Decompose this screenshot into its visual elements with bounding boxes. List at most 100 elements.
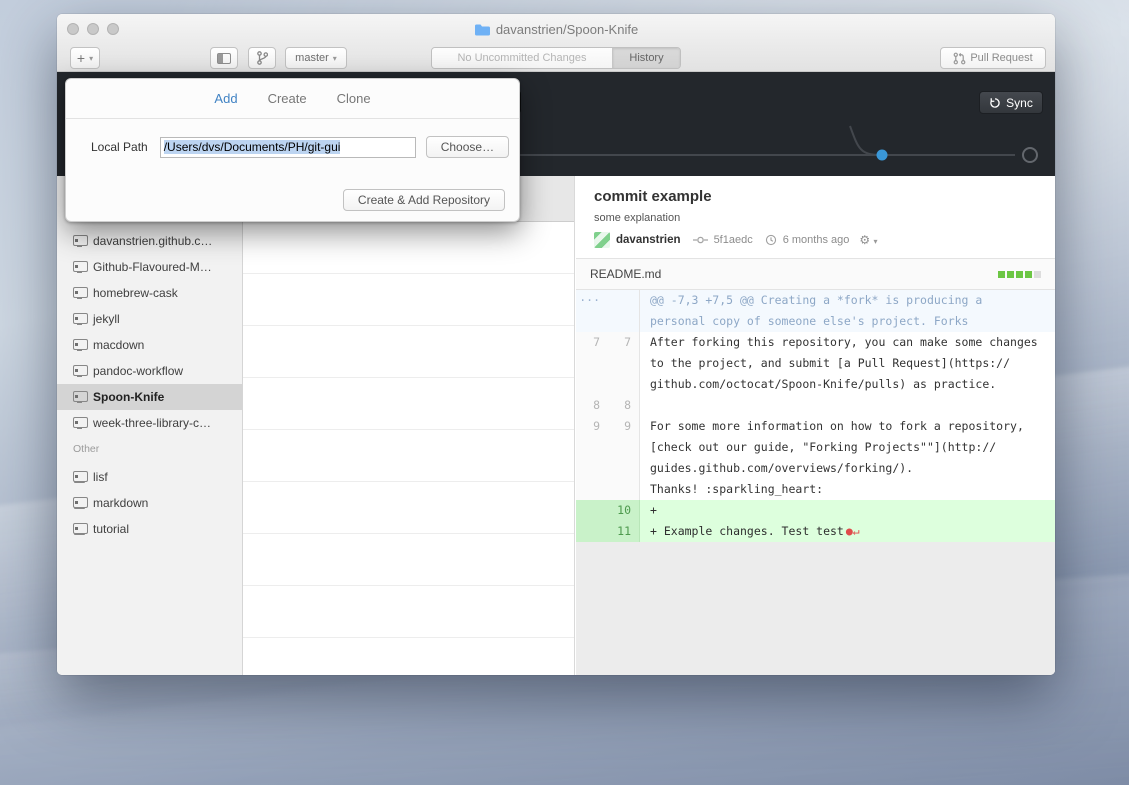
diff-line [650, 395, 1055, 416]
plus-icon: + [77, 50, 85, 66]
commit-detail-panel: commit example some explanation davanstr… [576, 176, 1055, 675]
diff-line: + Example changes. Test test●↵ [650, 521, 1055, 542]
commit-list-row[interactable] [243, 430, 574, 482]
commit-list-row[interactable] [243, 482, 574, 534]
diff-row: 88 [576, 395, 1055, 416]
commit-list-row[interactable] [243, 378, 574, 430]
diff-stat-blocks [998, 271, 1041, 278]
commit-icon [693, 235, 708, 245]
local-path-input[interactable]: /Users/dvs/Documents/PH/git-gui [160, 137, 416, 158]
diff-gutter-new: 7 [608, 332, 640, 395]
repo-icon [73, 339, 86, 351]
commit-sha: 5f1aedc [714, 234, 753, 246]
tab-uncommitted-changes[interactable]: No Uncommitted Changes [432, 48, 613, 68]
file-name: README.md [590, 267, 661, 281]
repo-icon [73, 235, 86, 247]
branch-dropdown[interactable]: master ▾ [285, 47, 347, 69]
diff-gutter-old [576, 521, 608, 542]
sidebar-item-pandoc-workflow[interactable]: pandoc-workflow [57, 358, 242, 384]
diff-row: 10+ [576, 500, 1055, 521]
sidebar-item-label: markdown [93, 496, 148, 510]
commit-list-row[interactable] [243, 274, 574, 326]
toggle-sidebar-button[interactable] [210, 47, 238, 69]
diff-line: personal copy of someone else's project.… [650, 311, 1055, 332]
commit-header: commit example some explanation davanstr… [576, 176, 1055, 258]
diff-table: ··· @@ -7,3 +7,5 @@ Creating a *fork* is … [576, 290, 1055, 542]
diff-row: ··· @@ -7,3 +7,5 @@ Creating a *fork* is … [576, 290, 1055, 332]
diff-gutter-new: 11 [608, 521, 640, 542]
sidebar-item-lisf[interactable]: lisf [57, 464, 242, 490]
repo-icon [73, 261, 86, 273]
diff-stat-block [998, 271, 1005, 278]
sidebar-item-spoon-knife[interactable]: Spoon-Knife [57, 384, 242, 410]
diff-file-header[interactable]: README.md [576, 258, 1055, 290]
sidebar-item-markdown[interactable]: markdown [57, 490, 242, 516]
sidebar-item-macdown[interactable]: macdown [57, 332, 242, 358]
sidebar-item-jekyll[interactable]: jekyll [57, 306, 242, 332]
sidebar-item-label: week-three-library-c… [93, 416, 211, 430]
sidebar-item-davanstrien-github-c-[interactable]: davanstrien.github.c… [57, 228, 242, 254]
sync-button[interactable]: Sync [979, 91, 1043, 114]
sidebar-item-label: davanstrien.github.c… [93, 234, 212, 248]
create-branch-button[interactable] [248, 47, 276, 69]
repo-icon [73, 365, 86, 377]
pull-request-icon [953, 52, 966, 65]
sidebar-item-label: macdown [93, 338, 144, 352]
diff-gutter-old: 7 [576, 332, 608, 395]
chevron-down-icon: ▾ [89, 54, 93, 63]
titlebar: davanstrien/Spoon-Knife [57, 14, 1055, 44]
sidebar-item-github-flavoured-m-[interactable]: Github-Flavoured-M… [57, 254, 242, 280]
commit-time: 6 months ago [783, 234, 850, 246]
gear-icon[interactable]: ⚙ ▾ [859, 233, 877, 247]
repo-icon [73, 287, 86, 299]
local-path-value: /Users/dvs/Documents/PH/git-gui [164, 140, 341, 154]
tab-add[interactable]: Add [214, 91, 237, 106]
sidebar-item-week-three-library-c-[interactable]: week-three-library-c… [57, 410, 242, 436]
local-path-label: Local Path [91, 140, 148, 154]
diff-gutter-old: ··· [576, 290, 608, 332]
view-segmented-control: No Uncommitted Changes History [431, 47, 681, 69]
commit-list-panel [243, 176, 575, 675]
diff-line: @@ -7,3 +7,5 @@ Creating a *fork* is pro… [650, 290, 1055, 311]
sidebar-item-label: pandoc-workflow [93, 364, 183, 378]
diff-line: to the project, and submit [a Pull Reque… [650, 353, 1055, 374]
diff-row: 11 + Example changes. Test test●↵ [576, 521, 1055, 542]
invisible-char-marker: ●↵ [846, 524, 860, 538]
pull-request-button[interactable]: Pull Request [940, 47, 1046, 69]
commit-list-row[interactable] [243, 534, 574, 586]
laptop-icon [73, 523, 86, 535]
branch-icon [257, 51, 268, 65]
commit-list-row[interactable] [243, 638, 574, 675]
diff-line: For some more information on how to fork… [650, 416, 1055, 437]
diff-code [640, 395, 1055, 416]
diff-gutter-new [608, 290, 640, 332]
commit-list-row[interactable] [243, 222, 574, 274]
tab-history[interactable]: History [613, 48, 680, 68]
add-repository-button[interactable]: +▾ [70, 47, 100, 69]
app-window: davanstrien/Spoon-Knife +▾ master ▾ No U… [57, 14, 1055, 675]
commit-list-row[interactable] [243, 326, 574, 378]
sidebar-item-label: homebrew-cask [93, 286, 178, 300]
diff-row: 77 After forking this repository, you can… [576, 332, 1055, 395]
window-title: davanstrien/Spoon-Knife [496, 22, 638, 37]
diff-gutter-new: 9 [608, 416, 640, 500]
commit-list-row[interactable] [243, 586, 574, 638]
pull-request-label: Pull Request [970, 52, 1032, 64]
repository-sidebar: davanstrien.github.c… Github-Flavoured-M…… [57, 176, 243, 675]
tab-create[interactable]: Create [268, 91, 307, 106]
diff-stat-block [1034, 271, 1041, 278]
choose-button[interactable]: Choose… [426, 136, 509, 158]
sidebar-item-label: lisf [93, 470, 108, 484]
commit-description: some explanation [594, 212, 1055, 224]
tab-clone[interactable]: Clone [337, 91, 371, 106]
sidebar-item-tutorial[interactable]: tutorial [57, 516, 242, 542]
graph-commit-dot [877, 150, 888, 161]
diff-line: After forking this repository, you can m… [650, 332, 1055, 353]
sidebar-section-other: Other [73, 443, 99, 455]
laptop-icon [73, 497, 86, 509]
create-add-repository-button[interactable]: Create & Add Repository [343, 189, 505, 211]
sidebar-item-homebrew-cask[interactable]: homebrew-cask [57, 280, 242, 306]
laptop-icon [73, 471, 86, 483]
avatar [594, 232, 610, 248]
chevron-down-icon: ▾ [333, 54, 337, 63]
